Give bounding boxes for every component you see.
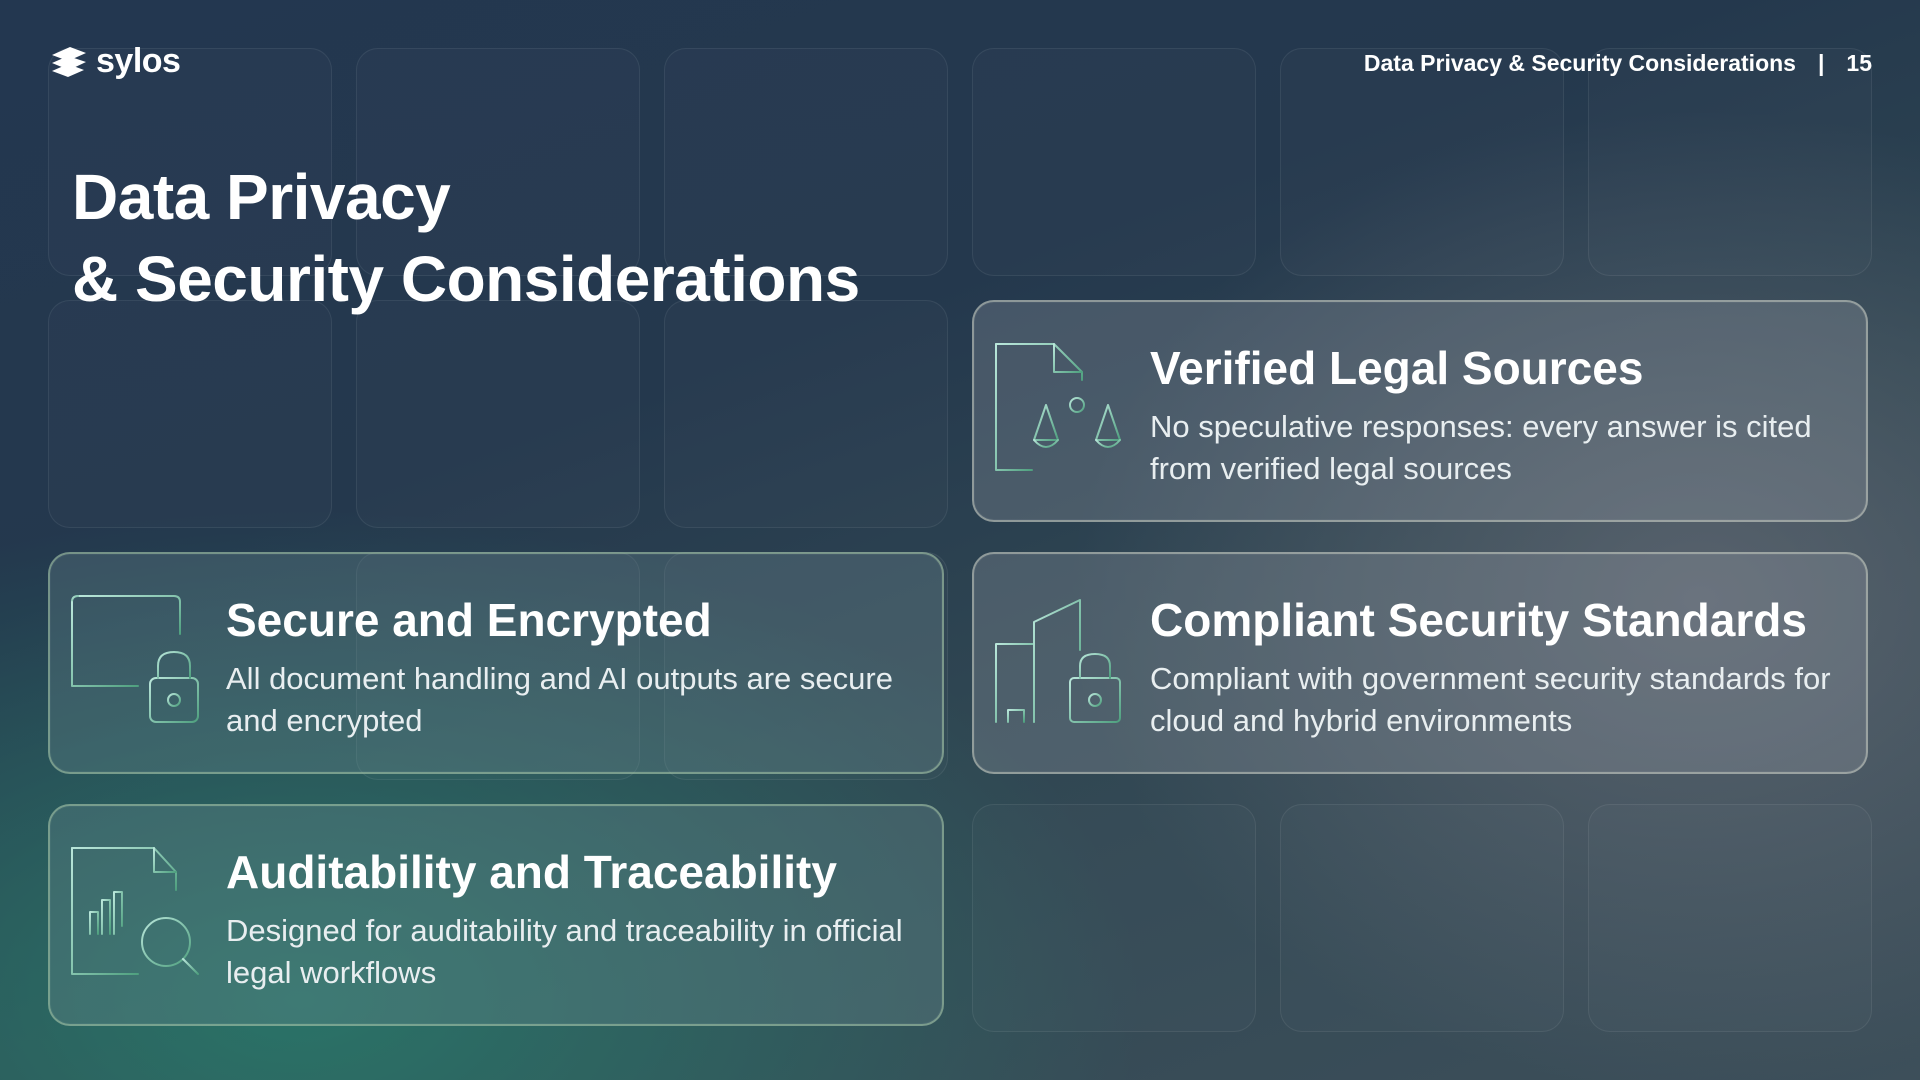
grid-tile bbox=[972, 804, 1256, 1032]
table-lock-icon bbox=[71, 595, 199, 723]
section-title: Data Privacy & Security Considerations bbox=[1363, 50, 1796, 76]
grid-tile bbox=[972, 48, 1256, 276]
card-description: No speculative responses: every answer i… bbox=[1150, 409, 1812, 486]
grid-tile bbox=[1280, 804, 1564, 1032]
page-title-line-2: & Security Considerations bbox=[72, 243, 860, 315]
grid-tile bbox=[356, 300, 640, 528]
card-description: Compliant with government security stand… bbox=[1150, 661, 1831, 738]
page-number: 15 bbox=[1846, 50, 1872, 76]
page-title: Data Privacy & Security Considerations bbox=[72, 156, 860, 320]
card-title: Compliant Security Standards bbox=[1150, 594, 1807, 646]
card-compliant-security-standards: Compliant Security Standards Compliant w… bbox=[972, 552, 1868, 774]
card-auditability-and-traceability: Auditability and Traceability Designed f… bbox=[48, 804, 944, 1026]
brand-name: sylos bbox=[96, 42, 181, 80]
brand-logo: sylos bbox=[48, 42, 181, 81]
document-chart-search-icon bbox=[71, 847, 199, 975]
header-separator: | bbox=[1817, 50, 1825, 76]
page-title-line-1: Data Privacy bbox=[72, 161, 451, 233]
sylos-logo-icon bbox=[52, 46, 86, 77]
page-header: Data Privacy & Security Considerations |… bbox=[1364, 50, 1872, 77]
grid-tile bbox=[664, 300, 948, 528]
card-secure-and-encrypted: Secure and Encrypted All document handli… bbox=[48, 552, 944, 774]
card-title: Verified Legal Sources bbox=[1150, 342, 1644, 394]
grid-tile bbox=[1280, 48, 1564, 276]
card-verified-legal-sources: Verified Legal Sources No speculative re… bbox=[972, 300, 1868, 522]
grid-tile bbox=[1588, 804, 1872, 1032]
grid-tile bbox=[48, 300, 332, 528]
card-title: Secure and Encrypted bbox=[226, 594, 712, 646]
grid-tile bbox=[1588, 48, 1872, 276]
card-description: Designed for auditability and traceabili… bbox=[226, 913, 903, 990]
document-scales-icon bbox=[995, 343, 1121, 471]
card-title: Auditability and Traceability bbox=[226, 846, 837, 898]
card-description: All document handling and AI outputs are… bbox=[226, 661, 893, 738]
buildings-lock-icon bbox=[994, 599, 1121, 723]
